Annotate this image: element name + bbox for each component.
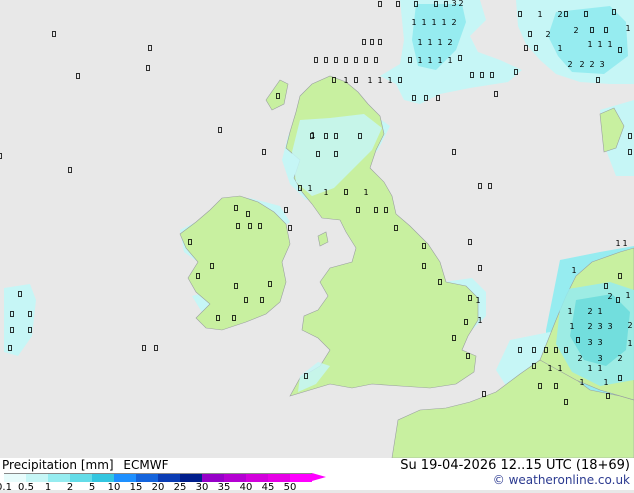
precip-value-label: 3 bbox=[597, 338, 602, 347]
precip-value-label: 1 bbox=[417, 56, 422, 65]
legend-tick-label: 20 bbox=[151, 482, 165, 493]
legend-tick-label: 1 bbox=[44, 482, 52, 493]
legend-tick-label: 30 bbox=[195, 482, 209, 493]
precip-value-label: 2 bbox=[573, 26, 578, 35]
precip-value-label: 1 bbox=[363, 188, 368, 197]
precip-value-label: 1 bbox=[622, 239, 627, 248]
credit-label: © weatheronline.co.uk bbox=[492, 473, 630, 487]
precip-value-label: 1 bbox=[579, 378, 584, 387]
precip-value-label: 1 bbox=[615, 239, 620, 248]
precip-value-label: 2 bbox=[557, 10, 562, 19]
legend-swatch bbox=[92, 473, 114, 482]
precip-value-label: 1 bbox=[431, 18, 436, 27]
precip-value-label: 1 bbox=[597, 364, 602, 373]
precip-value-label: 3 bbox=[607, 322, 612, 331]
precip-value-label: 1 bbox=[421, 18, 426, 27]
precip-value-label: 1 bbox=[557, 44, 562, 53]
precip-value-label: 2 bbox=[617, 354, 622, 363]
precip-value-label: 1 bbox=[441, 18, 446, 27]
precip-value-label: 1 bbox=[475, 296, 480, 305]
legend-tick-label: 15 bbox=[129, 482, 143, 493]
legend-tick-label: 50 bbox=[283, 482, 297, 493]
precip-value-label: 1 bbox=[547, 364, 552, 373]
legend-tick-label: 0.1 bbox=[0, 482, 12, 493]
precip-value-label: 2 bbox=[577, 354, 582, 363]
legend-swatch bbox=[26, 473, 48, 482]
precip-value-label: 2 bbox=[567, 60, 572, 69]
legend-arrow-icon bbox=[312, 473, 326, 481]
precip-value-label: 3 bbox=[451, 0, 456, 8]
legend-tick-label: 40 bbox=[239, 482, 253, 493]
precip-value-label: 2 bbox=[447, 38, 452, 47]
precip-value-label: 1 bbox=[387, 76, 392, 85]
precip-value-label: 2 bbox=[451, 18, 456, 27]
precipitation-label: Precipitation [mm] bbox=[2, 458, 114, 472]
precipitation-map: 3 21 1 1 1 21 1 1 21 1 1 11 221 1 112 2 2 3211 1 1 1111 11111… bbox=[0, 0, 634, 458]
precip-value-label: 2 bbox=[627, 321, 632, 330]
precip-value-label: 1 bbox=[625, 291, 630, 300]
precip-value-label: 2 bbox=[587, 322, 592, 331]
legend-swatch bbox=[70, 473, 92, 482]
precip-value-label: 1 bbox=[367, 76, 372, 85]
legend-swatch bbox=[4, 473, 26, 482]
precip-value-label: 1 bbox=[567, 307, 572, 316]
legend-swatch bbox=[48, 473, 70, 482]
precip-value-label: 1 bbox=[310, 131, 315, 140]
precip-value-label: 1 bbox=[427, 38, 432, 47]
precip-value-label: 1 bbox=[627, 339, 632, 348]
legend-tick-label: 45 bbox=[261, 482, 275, 493]
precip-value-label: 3 bbox=[599, 60, 604, 69]
precip-value-label: 1 bbox=[625, 24, 630, 33]
precip-value-label: 1 bbox=[569, 322, 574, 331]
precip-value-label: 2 bbox=[607, 292, 612, 301]
precip-value-label: 2 bbox=[458, 0, 463, 8]
precip-value-label: 1 bbox=[427, 56, 432, 65]
legend-tick-label: 25 bbox=[173, 482, 187, 493]
legend-tick-label: 2 bbox=[66, 482, 74, 493]
precip-value-label: 1 bbox=[307, 184, 312, 193]
precip-value-label: 1 bbox=[557, 364, 562, 373]
legend-tick-label: 35 bbox=[217, 482, 231, 493]
precip-value-label: 1 bbox=[597, 40, 602, 49]
datetime-label: Su 19-04-2026 12..15 UTC (18+69) bbox=[400, 458, 630, 473]
precip-value-label: 3 bbox=[597, 322, 602, 331]
footer: Precipitation [mm] ECMWF Su 19-04-2026 1… bbox=[0, 458, 634, 493]
legend-swatch bbox=[246, 473, 268, 482]
precip-value-label: 1 bbox=[537, 10, 542, 19]
precip-value-label: 1 bbox=[603, 378, 608, 387]
legend-swatch bbox=[136, 473, 158, 482]
precip-value-label: 3 bbox=[587, 338, 592, 347]
map-title: Precipitation [mm] ECMWF bbox=[2, 458, 168, 472]
legend-swatch bbox=[158, 473, 180, 482]
legend-tick-label: 0.5 bbox=[18, 482, 34, 493]
legend-swatch bbox=[224, 473, 246, 482]
precip-value-label: 1 bbox=[597, 307, 602, 316]
precip-value-label: 1 bbox=[377, 76, 382, 85]
precip-value-label: 1 bbox=[417, 38, 422, 47]
model-label: ECMWF bbox=[123, 458, 169, 472]
precip-value-label: 1 bbox=[437, 56, 442, 65]
legend-swatch bbox=[268, 473, 290, 482]
precip-value-label: 1 bbox=[607, 40, 612, 49]
precip-value-label: 1 bbox=[447, 56, 452, 65]
legend-swatch bbox=[180, 473, 202, 482]
precip-value-label: 2 bbox=[579, 60, 584, 69]
precip-value-label: 1 bbox=[323, 188, 328, 197]
legend-swatch bbox=[202, 473, 224, 482]
precip-value-label: 2 bbox=[587, 307, 592, 316]
precip-value-label: 2 bbox=[545, 30, 550, 39]
precip-value-label: 1 bbox=[343, 76, 348, 85]
precip-value-label: 1 bbox=[587, 364, 592, 373]
legend-swatch bbox=[114, 473, 136, 482]
precip-value-label: 2 bbox=[589, 60, 594, 69]
legend-tick-label: 10 bbox=[107, 482, 121, 493]
legend-tick-label: 5 bbox=[88, 482, 96, 493]
precip-value-label: 1 bbox=[477, 316, 482, 325]
precip-value-label: 1 bbox=[571, 266, 576, 275]
precip-value-label: 1 bbox=[411, 18, 416, 27]
legend-swatch bbox=[290, 473, 312, 482]
precip-value-label: 1 bbox=[437, 38, 442, 47]
precip-value-label: 3 bbox=[597, 354, 602, 363]
precip-value-label: 1 bbox=[587, 40, 592, 49]
